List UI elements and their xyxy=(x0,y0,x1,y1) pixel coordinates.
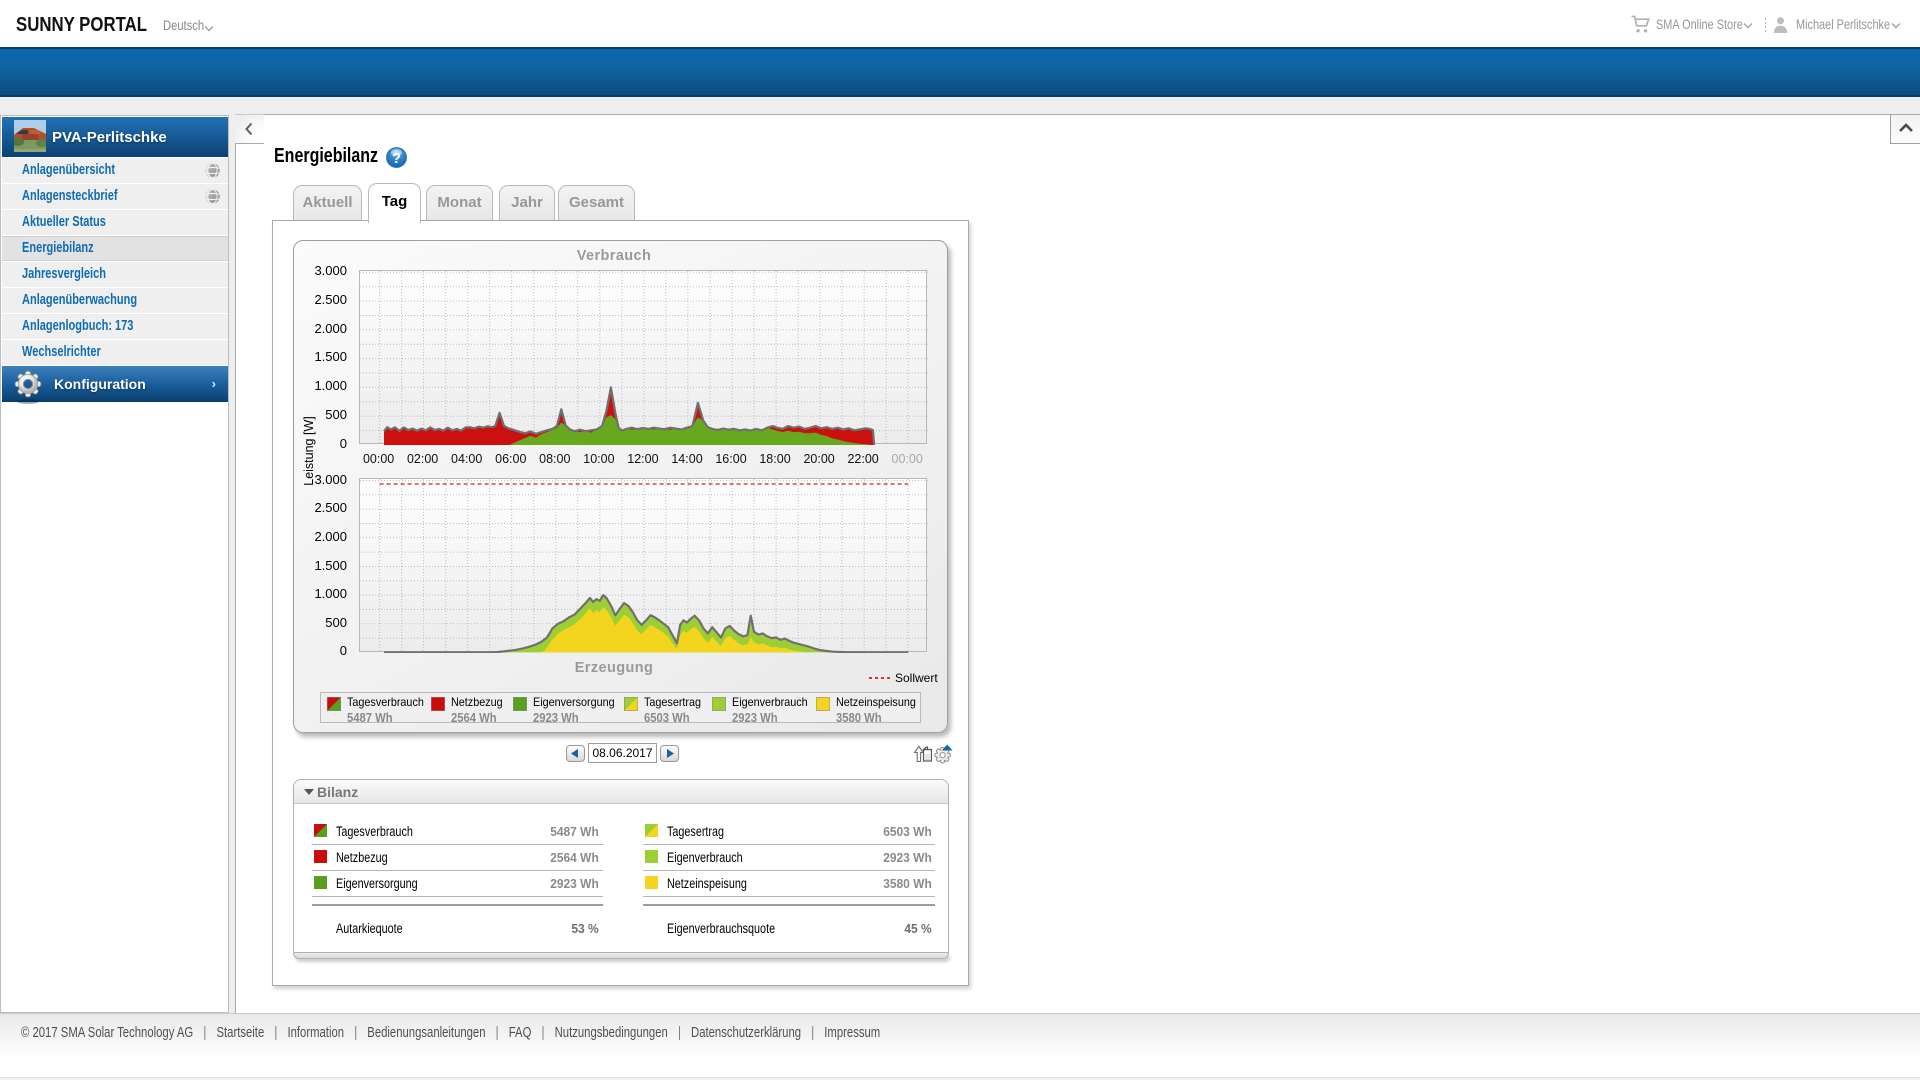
svg-text:?: ? xyxy=(392,151,401,167)
